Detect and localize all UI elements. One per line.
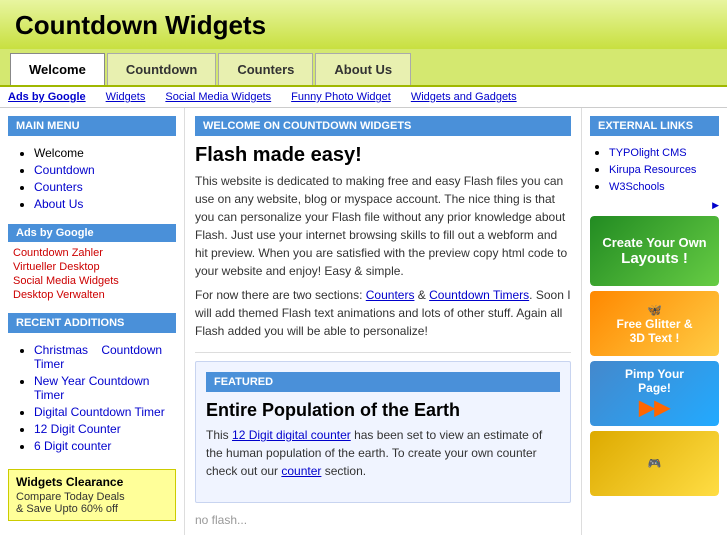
- main-layout: MAIN MENU Welcome Countdown Counters Abo…: [0, 108, 727, 535]
- tab-countdown[interactable]: Countdown: [107, 53, 216, 85]
- tab-counters[interactable]: Counters: [218, 53, 313, 85]
- intro-block: Flash made easy! This website is dedicat…: [195, 144, 571, 340]
- clearance-line2: & Save Upto 60% off: [16, 503, 168, 515]
- featured-content: Entire Population of the Earth This 12 D…: [206, 400, 560, 480]
- no-flash-text: no flash...: [195, 513, 571, 527]
- ad-widget-pimp[interactable]: Pimp Your Page! ▶▶: [590, 361, 719, 426]
- countdown-timers-link[interactable]: Countdown Timers: [429, 288, 529, 302]
- menu-link-about[interactable]: About Us: [34, 197, 83, 211]
- main-heading: Flash made easy!: [195, 144, 571, 167]
- ext-links-list: TYPOlight CMS Kirupa Resources W3Schools: [590, 141, 719, 200]
- ad-link-social[interactable]: Social Media Widgets: [165, 91, 271, 103]
- ad-green-content: Create Your Own Layouts !: [590, 216, 719, 286]
- ad-triangle-icon: ▶: [590, 200, 719, 211]
- ad-widget-glitter[interactable]: 🦋 Free Glitter & 3D Text !: [590, 291, 719, 356]
- ad-link-desktop[interactable]: Desktop Verwalten: [13, 289, 171, 301]
- widgets-clearance: Widgets Clearance Compare Today Deals & …: [8, 469, 176, 521]
- intro-paragraph-1: This website is dedicated to making free…: [195, 172, 571, 280]
- right-sidebar: EXTERNAL LINKS TYPOlight CMS Kirupa Reso…: [582, 108, 727, 535]
- recent-menu: Christmas Countdown Timer New Year Count…: [8, 338, 176, 461]
- counters-link[interactable]: Counters: [366, 288, 415, 302]
- ad-link-countdown-zahler[interactable]: Countdown Zahler: [13, 247, 171, 259]
- 12-digit-link[interactable]: 12 Digit digital counter: [232, 428, 351, 442]
- ext-w3schools[interactable]: W3Schools: [609, 181, 665, 193]
- ad-link-social-media[interactable]: Social Media Widgets: [13, 275, 171, 287]
- welcome-header: WELCOME ON COUNTDOWN WIDGETS: [195, 116, 571, 136]
- ad-bar: Ads by Google Widgets Social Media Widge…: [0, 87, 727, 108]
- menu-link-countdown[interactable]: Countdown: [34, 163, 95, 177]
- nav-tabs: Welcome Countdown Counters About Us: [0, 49, 727, 87]
- ad-blue-content: Pimp Your Page! ▶▶: [590, 361, 719, 426]
- ad-link-widgets[interactable]: Widgets: [106, 91, 146, 103]
- main-menu-header: MAIN MENU: [8, 116, 176, 136]
- section-divider: [195, 352, 571, 353]
- ext-links-header: EXTERNAL LINKS: [590, 116, 719, 136]
- main-menu: Welcome Countdown Counters About Us: [8, 141, 176, 219]
- ad-orange-content: 🦋 Free Glitter & 3D Text !: [590, 291, 719, 356]
- ad-link-virtueller[interactable]: Virtueller Desktop: [13, 261, 171, 273]
- left-sidebar: MAIN MENU Welcome Countdown Counters Abo…: [0, 108, 185, 535]
- featured-block: FEATURED Entire Population of the Earth …: [195, 361, 571, 503]
- clearance-line1: Compare Today Deals: [16, 491, 168, 503]
- recent-newyear[interactable]: New Year Countdown Timer: [34, 374, 149, 402]
- ad-widget-bottom[interactable]: 🎮: [590, 431, 719, 496]
- ads-by-google-label[interactable]: Ads by Google: [8, 91, 86, 103]
- ad-link-photo[interactable]: Funny Photo Widget: [291, 91, 391, 103]
- tab-about-us[interactable]: About Us: [315, 53, 411, 85]
- intro-paragraph-2: For now there are two sections: Counters…: [195, 286, 571, 340]
- page-header: Countdown Widgets: [0, 0, 727, 49]
- sidebar-ad-links: Countdown Zahler Virtueller Desktop Soci…: [8, 245, 176, 305]
- ad-link-gadgets[interactable]: Widgets and Gadgets: [411, 91, 517, 103]
- recent-header: RECENT ADDITIONS: [8, 313, 176, 333]
- featured-heading: Entire Population of the Earth: [206, 400, 560, 421]
- page-title: Countdown Widgets: [15, 10, 712, 41]
- clearance-title: Widgets Clearance: [16, 475, 168, 489]
- center-content: WELCOME ON COUNTDOWN WIDGETS Flash made …: [185, 108, 582, 535]
- recent-12digit[interactable]: 12 Digit Counter: [34, 422, 121, 436]
- featured-text: This 12 Digit digital counter has been s…: [206, 426, 560, 480]
- counter-section-link[interactable]: counter: [281, 464, 321, 478]
- recent-digital[interactable]: Digital Countdown Timer: [34, 405, 165, 419]
- ad-yellow-content: 🎮: [590, 431, 719, 496]
- recent-christmas[interactable]: Christmas Countdown Timer: [34, 343, 162, 371]
- ad-widget-layouts[interactable]: Create Your Own Layouts !: [590, 216, 719, 286]
- recent-6digit[interactable]: 6 Digit counter: [34, 439, 111, 453]
- featured-header: FEATURED: [206, 372, 560, 392]
- tab-welcome[interactable]: Welcome: [10, 53, 105, 85]
- menu-link-counters[interactable]: Counters: [34, 180, 83, 194]
- menu-item-welcome: Welcome: [34, 146, 84, 160]
- ext-typolight[interactable]: TYPOlight CMS: [609, 147, 687, 159]
- ext-kirupa[interactable]: Kirupa Resources: [609, 164, 696, 176]
- sidebar-ads-title: Ads by Google: [8, 224, 176, 242]
